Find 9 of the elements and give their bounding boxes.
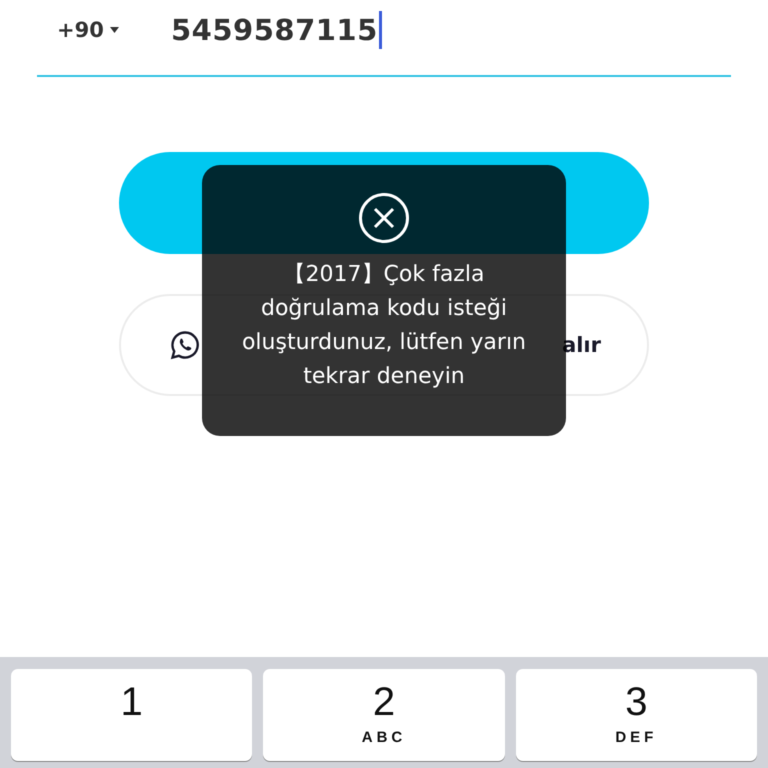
keypad-key[interactable]: 2 ABC <box>263 669 505 761</box>
keypad-key[interactable]: 3 DEF <box>516 669 757 761</box>
keypad-key[interactable]: 1 <box>11 669 252 761</box>
whatsapp-icon <box>170 330 200 360</box>
close-icon <box>358 192 410 244</box>
country-code-dropdown[interactable]: +90 <box>57 18 171 42</box>
phone-input-field[interactable]: 5459587115 <box>171 11 382 49</box>
error-message: 【2017】Çok fazla doğrulama kodu isteği oluşturdunuz, lütfen yarın tekrar deneyin <box>240 261 528 391</box>
caret-icon <box>110 27 119 33</box>
